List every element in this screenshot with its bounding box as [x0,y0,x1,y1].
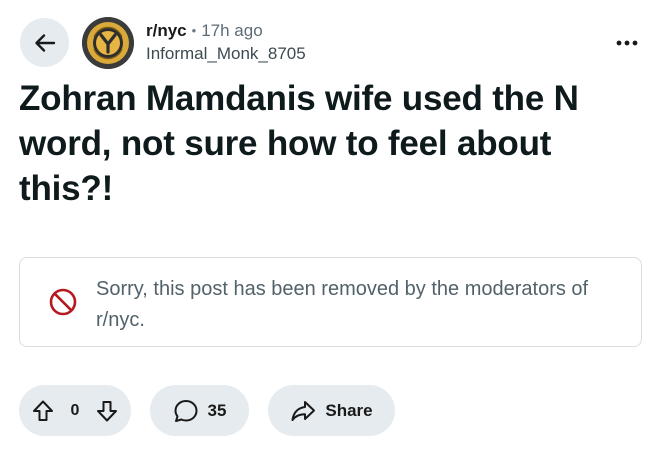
author-link[interactable]: Informal_Monk_8705 [146,43,306,65]
comment-count: 35 [207,400,227,420]
post-timestamp: 17h ago [201,21,263,40]
downvote-button[interactable] [95,399,119,423]
post-title: Zohran Mamdanis wife used the N word, no… [19,79,579,208]
arrow-left-icon [34,32,56,54]
comments-button[interactable]: 35 [150,385,249,436]
removed-notice: Sorry, this post has been removed by the… [19,257,642,347]
share-label: Share [325,400,373,420]
upvote-button[interactable] [31,399,55,423]
subreddit-logo-icon [82,17,134,69]
arrow-down-icon [97,400,117,421]
arrow-up-icon [33,400,53,421]
post-page: r/nyc • 17h ago Informal_Monk_8705 Zohra… [0,0,662,451]
back-button[interactable] [20,18,69,67]
meta-separator: • [191,23,197,38]
post-actions: 0 35 Share [19,385,395,436]
subreddit-link[interactable]: r/nyc [146,20,187,42]
share-button[interactable]: Share [268,385,395,436]
vote-count: 0 [70,401,80,419]
removed-circle-icon [48,287,78,317]
more-options-button[interactable] [612,28,642,58]
share-arrow-icon [290,399,316,423]
subreddit-avatar[interactable] [82,17,134,69]
overflow-dots-icon [616,40,638,46]
vote-control: 0 [19,385,131,436]
removed-message: Sorry, this post has been removed by the… [96,278,589,331]
speech-bubble-icon [173,398,199,424]
post-meta: r/nyc • 17h ago Informal_Monk_8705 [146,20,306,65]
